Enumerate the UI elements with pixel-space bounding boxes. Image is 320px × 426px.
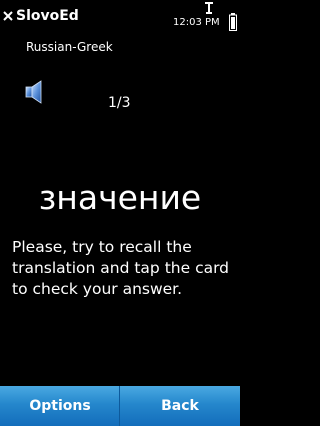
- language-pair: Russian-Greek: [26, 40, 113, 54]
- clock: 12:03 PM: [173, 17, 220, 28]
- speaker-icon[interactable]: [24, 80, 46, 104]
- antenna-icon: [205, 2, 213, 14]
- flashcard[interactable]: значение Please, try to recall the trans…: [0, 140, 240, 380]
- card-counter: 1/3: [108, 95, 131, 111]
- softkey-bar: Options Back: [0, 386, 240, 426]
- card-word: значение: [38, 178, 202, 217]
- battery-icon: [229, 13, 237, 31]
- card-instruction: Please, try to recall the translation an…: [12, 238, 230, 298]
- app-title: SlovoEd: [16, 8, 79, 24]
- status-bar: SlovoEd 12:03 PM: [0, 0, 240, 34]
- close-icon[interactable]: [2, 10, 14, 22]
- options-button[interactable]: Options: [0, 386, 120, 426]
- back-button[interactable]: Back: [120, 386, 240, 426]
